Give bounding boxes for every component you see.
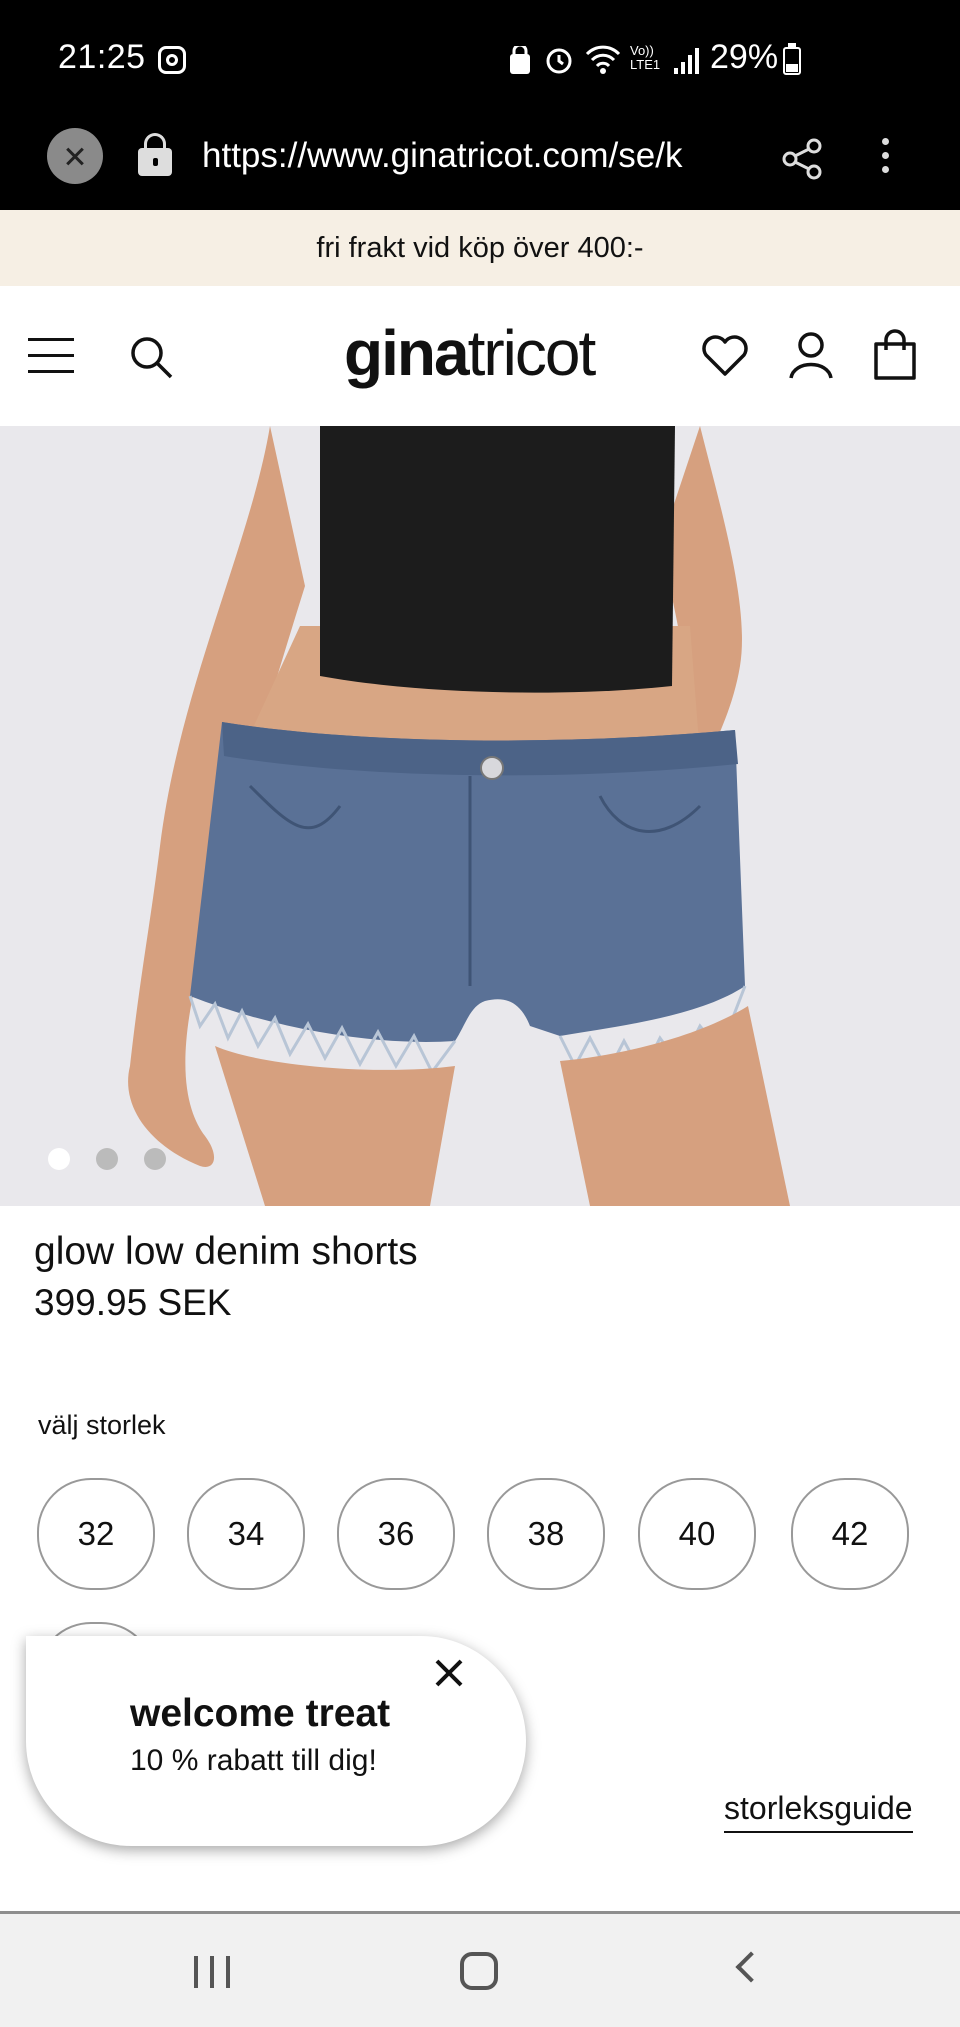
product-name: glow low denim shorts bbox=[34, 1230, 418, 1273]
product-photo bbox=[0, 426, 960, 1206]
lock-icon[interactable] bbox=[138, 133, 172, 176]
size-option-38[interactable]: 38 bbox=[487, 1478, 605, 1590]
account-icon[interactable] bbox=[786, 330, 836, 380]
search-icon[interactable] bbox=[128, 334, 174, 380]
alarm-icon bbox=[546, 48, 572, 74]
logo-light: tricot bbox=[467, 317, 597, 389]
ginatricot-logo[interactable]: ginatricot bbox=[344, 316, 597, 390]
size-option-36[interactable]: 36 bbox=[337, 1478, 455, 1590]
alarm-lock-icon bbox=[510, 46, 530, 74]
wifi-icon bbox=[585, 45, 621, 74]
size-label: välj storlek bbox=[38, 1410, 166, 1440]
size-guide-link[interactable]: storleksguide bbox=[724, 1790, 913, 1833]
carousel-dot[interactable] bbox=[48, 1148, 70, 1170]
menu-icon[interactable] bbox=[28, 338, 74, 374]
battery-percent: 29% bbox=[710, 38, 779, 76]
status-bar: 21:25 Vo)) LTE1 29% bbox=[0, 0, 960, 118]
size-option-40[interactable]: 40 bbox=[638, 1478, 756, 1590]
url-text[interactable]: https://www.ginatricot.com/se/k bbox=[202, 136, 750, 176]
recent-apps-icon[interactable] bbox=[194, 1956, 230, 1988]
instagram-icon bbox=[158, 46, 186, 74]
status-time: 21:25 bbox=[58, 38, 146, 76]
popup-subtitle: 10 % rabatt till dig! bbox=[130, 1744, 377, 1777]
more-options-icon[interactable] bbox=[880, 138, 890, 178]
share-icon[interactable] bbox=[780, 137, 824, 181]
popup-title: welcome treat bbox=[130, 1692, 391, 1735]
heart-icon[interactable] bbox=[700, 330, 750, 380]
battery-icon bbox=[783, 43, 801, 75]
image-carousel-dots bbox=[48, 1148, 166, 1170]
close-icon[interactable] bbox=[432, 1656, 466, 1690]
network-label: Vo)) LTE1 bbox=[630, 43, 661, 72]
product-image[interactable] bbox=[0, 426, 960, 1206]
size-option-34[interactable]: 34 bbox=[187, 1478, 305, 1590]
size-option-42[interactable]: 42 bbox=[791, 1478, 909, 1590]
size-option-32[interactable]: 32 bbox=[37, 1478, 155, 1590]
product-price: 399.95 SEK bbox=[34, 1282, 232, 1323]
carousel-dot[interactable] bbox=[96, 1148, 118, 1170]
promo-banner[interactable]: fri frakt vid köp över 400:- bbox=[0, 210, 960, 286]
home-icon[interactable] bbox=[460, 1952, 498, 1990]
logo-bold: gina bbox=[344, 317, 470, 389]
signal-icon bbox=[674, 48, 699, 74]
carousel-dot[interactable] bbox=[144, 1148, 166, 1170]
shopping-bag-icon[interactable] bbox=[870, 328, 920, 380]
close-tab-icon[interactable] bbox=[47, 128, 103, 184]
